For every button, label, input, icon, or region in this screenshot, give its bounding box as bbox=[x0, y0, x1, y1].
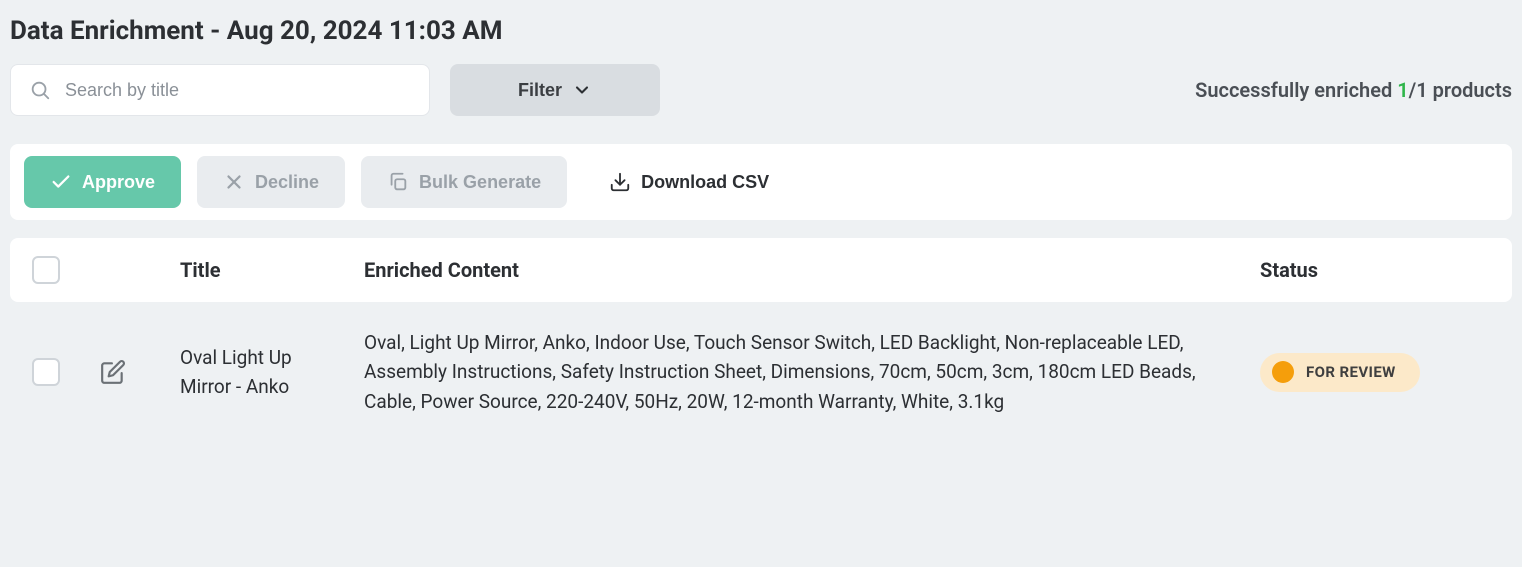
bulk-generate-button[interactable]: Bulk Generate bbox=[361, 156, 567, 208]
copy-icon bbox=[387, 171, 409, 193]
approve-button[interactable]: Approve bbox=[24, 156, 181, 208]
approve-label: Approve bbox=[82, 172, 155, 193]
status-badge-label: FOR REVIEW bbox=[1306, 361, 1396, 384]
check-icon bbox=[50, 171, 72, 193]
close-icon bbox=[223, 171, 245, 193]
row-title: Oval Light Up Mirror - Anko bbox=[180, 343, 340, 402]
page-title: Data Enrichment - Aug 20, 2024 11:03 AM bbox=[10, 16, 1512, 46]
search-icon bbox=[29, 79, 51, 101]
enrichment-summary: Successfully enriched 1/1 products bbox=[1195, 78, 1512, 102]
bulk-generate-label: Bulk Generate bbox=[419, 172, 541, 193]
download-csv-button[interactable]: Download CSV bbox=[583, 156, 795, 208]
filter-button[interactable]: Filter bbox=[450, 64, 660, 116]
edit-row-button[interactable] bbox=[96, 355, 130, 389]
status-badge: FOR REVIEW bbox=[1260, 353, 1420, 392]
table-row: Oval Light Up Mirror - Anko Oval, Light … bbox=[10, 302, 1512, 442]
download-icon bbox=[609, 171, 631, 193]
decline-label: Decline bbox=[255, 172, 319, 193]
search-input[interactable] bbox=[63, 79, 411, 102]
row-checkbox[interactable] bbox=[32, 358, 60, 386]
results-table: Title Enriched Content Status Oval Light… bbox=[10, 238, 1512, 442]
search-filter-row: Filter Successfully enriched 1/1 product… bbox=[10, 64, 1512, 116]
header-title: Title bbox=[180, 258, 340, 282]
decline-button[interactable]: Decline bbox=[197, 156, 345, 208]
summary-total: /1 products bbox=[1409, 78, 1512, 102]
header-status: Status bbox=[1260, 258, 1490, 282]
summary-prefix: Successfully enriched bbox=[1195, 78, 1397, 102]
summary-count: 1 bbox=[1397, 78, 1408, 102]
status-dot-icon bbox=[1272, 361, 1294, 383]
row-content: Oval, Light Up Mirror, Anko, Indoor Use,… bbox=[364, 328, 1236, 416]
download-csv-label: Download CSV bbox=[641, 172, 769, 193]
action-bar: Approve Decline Bulk Generate Download C… bbox=[10, 144, 1512, 220]
chevron-down-icon bbox=[572, 80, 592, 100]
edit-icon bbox=[100, 359, 126, 385]
header-content: Enriched Content bbox=[364, 258, 1236, 282]
filter-label: Filter bbox=[518, 80, 562, 101]
search-box[interactable] bbox=[10, 64, 430, 116]
select-all-checkbox[interactable] bbox=[32, 256, 60, 284]
table-header-row: Title Enriched Content Status bbox=[10, 238, 1512, 302]
